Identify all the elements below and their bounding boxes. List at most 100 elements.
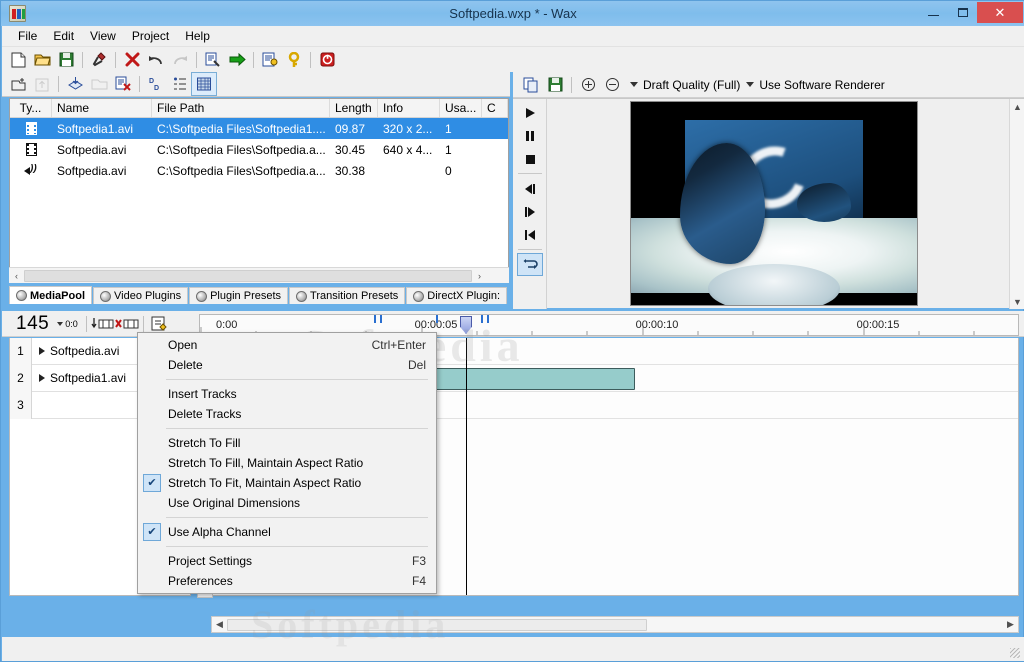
redo-icon[interactable] — [168, 49, 192, 71]
undo-icon[interactable] — [144, 49, 168, 71]
import-layers-icon[interactable] — [63, 73, 87, 95]
menu-item-delete[interactable]: Delete Del — [138, 355, 436, 375]
sort-by-name-icon[interactable]: DD — [144, 73, 168, 95]
step-forward-button[interactable] — [517, 200, 543, 223]
help-key-icon[interactable] — [282, 49, 306, 71]
renderer-label[interactable]: Use Software Renderer — [759, 78, 884, 92]
quality-dropdown-icon[interactable] — [630, 82, 638, 87]
menu-item-delete-tracks[interactable]: Delete Tracks — [138, 404, 436, 424]
project-settings-icon[interactable] — [258, 49, 282, 71]
play-button[interactable] — [517, 101, 543, 124]
scroll-left-arrow[interactable]: ‹ — [9, 268, 24, 283]
menu-item-open[interactable]: Open Ctrl+Enter — [138, 335, 436, 355]
preview-vscrollbar[interactable]: ▲ ▼ — [1009, 99, 1024, 309]
go-to-start-button[interactable] — [517, 223, 543, 246]
region-marker[interactable] — [380, 315, 382, 323]
scroll-right-arrow[interactable]: ▶ — [1003, 617, 1018, 632]
menu-item-project-settings[interactable]: Project Settings F3 — [138, 551, 436, 571]
mediapool-toolbar: DD — [2, 72, 510, 97]
quality-label[interactable]: Draft Quality (Full) — [643, 78, 740, 92]
scrollbar-thumb[interactable] — [24, 269, 472, 282]
insert-track-icon[interactable] — [91, 313, 115, 335]
region-marker[interactable] — [481, 315, 483, 323]
copy-frame-icon[interactable] — [519, 74, 543, 96]
region-marker[interactable] — [436, 315, 438, 323]
timeline-zoom-value[interactable]: 145 — [16, 313, 49, 335]
save-project-icon[interactable] — [54, 49, 78, 71]
track-name[interactable]: Softpedia.avi — [32, 344, 119, 358]
column-type[interactable]: Ty... — [10, 99, 52, 117]
scrollbar-thumb[interactable] — [227, 618, 647, 631]
region-marker[interactable] — [374, 315, 376, 323]
scroll-down-arrow[interactable]: ▼ — [1010, 294, 1024, 309]
column-c[interactable]: C — [482, 99, 508, 117]
scroll-up-arrow[interactable]: ▲ — [1010, 99, 1024, 114]
column-usage[interactable]: Usa... — [440, 99, 482, 117]
new-project-icon[interactable] — [6, 49, 30, 71]
menu-item-preferences[interactable]: Preferences F4 — [138, 571, 436, 591]
row-usage: 0 — [445, 163, 452, 178]
menu-view[interactable]: View — [82, 27, 124, 45]
column-length[interactable]: Length — [330, 99, 378, 117]
zoom-in-icon[interactable] — [576, 74, 600, 96]
menu-item-use-alpha-channel[interactable]: ✔ Use Alpha Channel — [138, 522, 436, 542]
table-row[interactable]: Softpedia1.avi C:\Softpedia Files\Softpe… — [10, 118, 508, 139]
timeline-hscrollbar[interactable]: ◀ ▶ — [211, 616, 1019, 633]
expand-triangle-icon[interactable] — [39, 374, 45, 382]
loop-button[interactable] — [516, 253, 543, 276]
zoom-out-icon[interactable] — [600, 74, 624, 96]
add-media-icon[interactable] — [6, 73, 30, 95]
pause-button[interactable] — [517, 124, 543, 147]
table-row[interactable]: Softpedia.avi C:\Softpedia Files\Softped… — [10, 139, 508, 160]
up-folder-icon[interactable] — [30, 73, 54, 95]
column-info[interactable]: Info — [378, 99, 440, 117]
column-name[interactable]: Name — [52, 99, 152, 117]
export-arrow-icon[interactable] — [225, 49, 249, 71]
tab-video-plugins[interactable]: Video Plugins — [93, 287, 189, 304]
mediapool-hscrollbar[interactable]: ‹ › — [9, 267, 509, 283]
tab-transition-presets[interactable]: Transition Presets — [289, 287, 406, 304]
scroll-right-arrow[interactable]: › — [472, 268, 487, 283]
table-row[interactable]: Softpedia.avi C:\Softpedia Files\Softped… — [10, 160, 508, 181]
open-folder-icon[interactable] — [87, 73, 111, 95]
video-preview-frame[interactable] — [630, 101, 918, 306]
menu-item-stretch-to-fit-aspect[interactable]: ✔ Stretch To Fit, Maintain Aspect Ratio — [138, 473, 436, 493]
column-filepath[interactable]: File Path — [152, 99, 330, 117]
menu-item-use-original-dimensions[interactable]: Use Original Dimensions — [138, 493, 436, 513]
stop-button[interactable] — [517, 147, 543, 170]
record-stop-icon[interactable] — [315, 49, 339, 71]
menu-item-stretch-to-fill[interactable]: Stretch To Fill — [138, 433, 436, 453]
track-name[interactable]: Softpedia1.avi — [32, 371, 126, 385]
build-hammer-icon[interactable] — [87, 49, 111, 71]
renderer-dropdown-icon[interactable] — [746, 82, 755, 87]
list-view-icon[interactable] — [168, 73, 192, 95]
menu-file[interactable]: File — [10, 27, 45, 45]
menu-edit[interactable]: Edit — [45, 27, 82, 45]
close-button[interactable]: ✕ — [977, 2, 1023, 23]
open-project-icon[interactable] — [30, 49, 54, 71]
scroll-left-arrow[interactable]: ◀ — [212, 617, 227, 632]
tab-directx-plugins[interactable]: DirectX Plugin: — [406, 287, 508, 304]
menu-help[interactable]: Help — [177, 27, 218, 45]
tab-plugin-presets[interactable]: Plugin Presets — [189, 287, 289, 304]
details-view-icon[interactable] — [191, 72, 217, 96]
menu-project[interactable]: Project — [124, 27, 177, 45]
tab-mediapool[interactable]: MediaPool — [9, 286, 93, 304]
render-preview-icon[interactable] — [201, 49, 225, 71]
resize-grip-icon[interactable] — [1010, 648, 1020, 658]
tab-icon — [100, 290, 112, 302]
maximize-button[interactable] — [948, 2, 977, 23]
remove-media-icon[interactable] — [111, 73, 135, 95]
row-name: Softpedia.avi — [57, 142, 127, 157]
delete-icon[interactable] — [120, 49, 144, 71]
region-marker[interactable] — [487, 315, 489, 323]
snap-dropdown[interactable]: 0:0 — [57, 319, 78, 329]
media-pool-list[interactable]: Ty... Name File Path Length Info Usa... … — [9, 98, 509, 283]
save-frame-icon[interactable] — [543, 74, 567, 96]
minimize-button[interactable] — [919, 2, 948, 23]
delete-track-icon[interactable] — [114, 313, 139, 335]
menu-item-insert-tracks[interactable]: Insert Tracks — [138, 384, 436, 404]
menu-item-stretch-to-fill-aspect[interactable]: Stretch To Fill, Maintain Aspect Ratio — [138, 453, 436, 473]
expand-triangle-icon[interactable] — [39, 347, 45, 355]
step-back-button[interactable] — [517, 177, 543, 200]
